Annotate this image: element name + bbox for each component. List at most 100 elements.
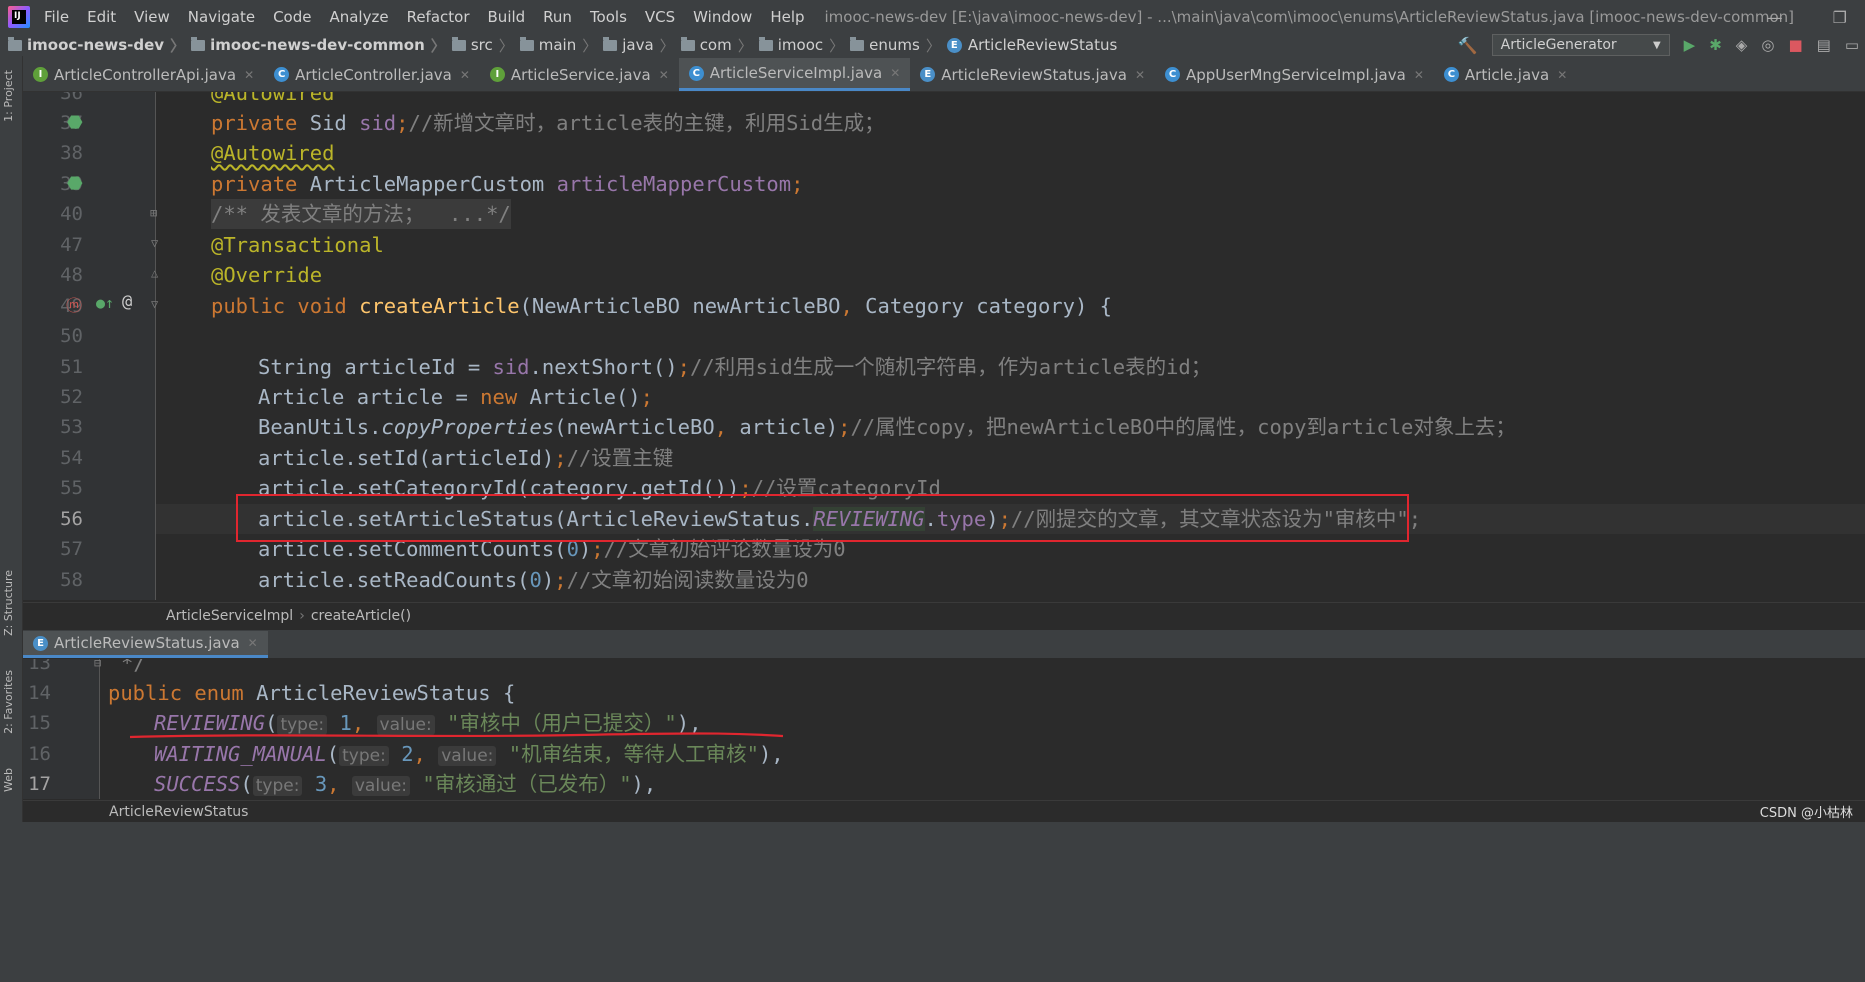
menu-run[interactable]: Run	[543, 8, 572, 26]
coverage-icon[interactable]: ◈	[1736, 36, 1748, 54]
code-editor-split[interactable]: 13 14 15 16 17 ⊟ */ public enum ArticleR…	[23, 659, 1865, 799]
run-toolbar: 🔨 ArticleGenerator ▼ ▶ ✱ ◈ ◎ ■ ▤ ▭	[1458, 34, 1865, 56]
folder-icon	[603, 36, 618, 51]
menu-build[interactable]: Build	[488, 8, 526, 26]
menu-analyze[interactable]: Analyze	[329, 8, 388, 26]
crumb-imooc[interactable]: imooc 〉	[758, 35, 850, 56]
crumb-java[interactable]: java 〉	[603, 35, 680, 56]
menu-edit[interactable]: Edit	[87, 8, 116, 26]
menu-vcs[interactable]: VCS	[645, 8, 675, 26]
fold-icon[interactable]: ▽	[151, 236, 158, 250]
tool-tab-structure[interactable]: Z: Structure	[2, 570, 15, 636]
more-icon[interactable]: ▭	[1845, 36, 1859, 54]
crumb-file[interactable]: E ArticleReviewStatus	[946, 36, 1117, 54]
bean-navigate-icon[interactable]: ⬣	[67, 112, 83, 133]
class-icon: C	[688, 65, 704, 81]
build-hammer-icon[interactable]: 🔨	[1458, 36, 1478, 55]
line-number: 55	[60, 477, 83, 499]
editor-tabs: I ArticleControllerApi.java ✕ C ArticleCont…	[23, 56, 1865, 92]
code-line-37: private Sid sid;//新增文章时，article表的主键，利用Si…	[211, 111, 885, 135]
crumb-method[interactable]: createArticle()	[311, 608, 411, 624]
profile-icon[interactable]: ◎	[1761, 36, 1774, 54]
close-icon[interactable]: ✕	[1414, 68, 1424, 82]
folder-icon	[519, 36, 534, 51]
crumb-module[interactable]: imooc-news-dev-common 〉	[191, 35, 452, 56]
param-hint-value: value:	[438, 746, 497, 766]
code-line-53: BeanUtils.copyProperties(newArticleBO, a…	[258, 415, 1516, 439]
menu-help[interactable]: Help	[770, 8, 804, 26]
intellij-logo-icon[interactable]: IJ	[8, 6, 30, 28]
run-configuration-select[interactable]: ArticleGenerator ▼	[1491, 34, 1670, 56]
tool-tab-project[interactable]: 1: Project	[2, 70, 15, 122]
crumb-main[interactable]: main 〉	[519, 35, 604, 56]
menu-bar: IJ File Edit View Navigate Code Analyze …	[0, 0, 1865, 34]
implements-icon[interactable]: ●↑	[96, 294, 114, 312]
enum-icon: E	[920, 67, 936, 82]
tool-tab-favorites[interactable]: 2: Favorites	[2, 670, 15, 734]
line-number: 14	[28, 682, 51, 704]
close-icon[interactable]: ✕	[1557, 68, 1567, 82]
tool-tab-web[interactable]: Web	[2, 768, 15, 792]
menu-view[interactable]: View	[134, 8, 170, 26]
line-number: 15	[28, 712, 51, 734]
restore-icon[interactable]: ❐	[1833, 8, 1847, 27]
close-icon[interactable]: ✕	[659, 68, 669, 82]
tab-articlecontroller[interactable]: C ArticleController.java ✕	[264, 58, 480, 91]
code-line-39: private ArticleMapperCustom articleMappe…	[211, 172, 804, 196]
stop-icon[interactable]: ■	[1788, 36, 1802, 54]
module-folder-icon	[8, 36, 22, 51]
menu-tools[interactable]: Tools	[590, 8, 627, 26]
crumb-enums[interactable]: enums 〉	[850, 35, 947, 56]
tab-article[interactable]: C Article.java ✕	[1434, 58, 1577, 91]
crumb-class[interactable]: ArticleServiceImpl	[166, 608, 293, 624]
enum-breadcrumb: ArticleReviewStatus	[23, 800, 1865, 823]
menu-refactor[interactable]: Refactor	[407, 8, 470, 26]
line-number: 40	[60, 203, 83, 225]
line-number: 52	[60, 386, 83, 408]
close-icon[interactable]: ✕	[460, 68, 470, 82]
fold-icon[interactable]: △	[151, 266, 158, 280]
crumb-com[interactable]: com 〉	[680, 35, 759, 56]
code-line-38: @Autowired	[211, 141, 335, 165]
menu-file[interactable]: File	[44, 8, 69, 26]
tab-articleserviceimpl[interactable]: C ArticleServiceImpl.java ✕	[678, 58, 911, 91]
menu-window[interactable]: Window	[693, 8, 752, 26]
line-number: 38	[60, 142, 83, 164]
bean-navigate-icon[interactable]: ⬣	[67, 173, 83, 194]
menu-code[interactable]: Code	[273, 8, 311, 26]
fold-icon[interactable]: ▽	[151, 297, 158, 311]
code-line-48: @Override	[211, 263, 323, 287]
debug-icon[interactable]: ✱	[1709, 36, 1722, 54]
bottom-tool-strip	[0, 822, 1865, 982]
menu-navigate[interactable]: Navigate	[188, 8, 255, 26]
interface-icon: I	[33, 67, 48, 82]
tab-articleservice[interactable]: I ArticleService.java ✕	[480, 58, 679, 91]
fold-icon[interactable]: ⊟	[94, 659, 101, 670]
run-icon[interactable]: ▶	[1684, 36, 1696, 54]
watermark: CSDN @小枯林	[1759, 806, 1853, 821]
fold-expand-icon[interactable]: ⊞	[150, 206, 157, 220]
tab-articlecontrollerapi[interactable]: I ArticleControllerApi.java ✕	[23, 58, 264, 91]
crumb-src[interactable]: src 〉	[451, 35, 520, 56]
code-line-16: WAITING_MANUAL(type: 2, value: "机审结束，等待人…	[154, 742, 784, 766]
package-icon	[758, 36, 773, 51]
window-controls: — ❐	[1767, 8, 1847, 27]
crumb-project[interactable]: imooc-news-dev 〉	[8, 35, 191, 56]
tab-articlereviewstatus[interactable]: E ArticleReviewStatus.java ✕	[910, 58, 1155, 91]
method-marker-icon[interactable]: ⓜ	[66, 292, 82, 316]
close-icon[interactable]: ✕	[244, 68, 254, 82]
split-editor-tabs: E ArticleReviewStatus.java ✕	[23, 630, 1865, 658]
line-number: 48	[60, 264, 83, 286]
class-icon: C	[1165, 67, 1180, 82]
close-icon[interactable]: ✕	[1135, 68, 1145, 82]
close-icon[interactable]: ✕	[248, 636, 258, 650]
close-icon[interactable]: ✕	[890, 66, 900, 80]
override-at-icon[interactable]: @	[122, 292, 132, 312]
tab-appusermngserviceimpl[interactable]: C AppUserMngServiceImpl.java ✕	[1155, 58, 1434, 91]
code-line-36: @Autowired	[211, 92, 335, 105]
crumb-enum[interactable]: ArticleReviewStatus	[109, 804, 248, 820]
tab-articlereviewstatus-split[interactable]: E ArticleReviewStatus.java ✕	[23, 631, 268, 658]
code-line-40-folded[interactable]: /** 发表文章的方法； ...*/	[211, 199, 511, 229]
project-structure-icon[interactable]: ▤	[1817, 36, 1831, 54]
minimize-icon[interactable]: —	[1767, 8, 1783, 27]
